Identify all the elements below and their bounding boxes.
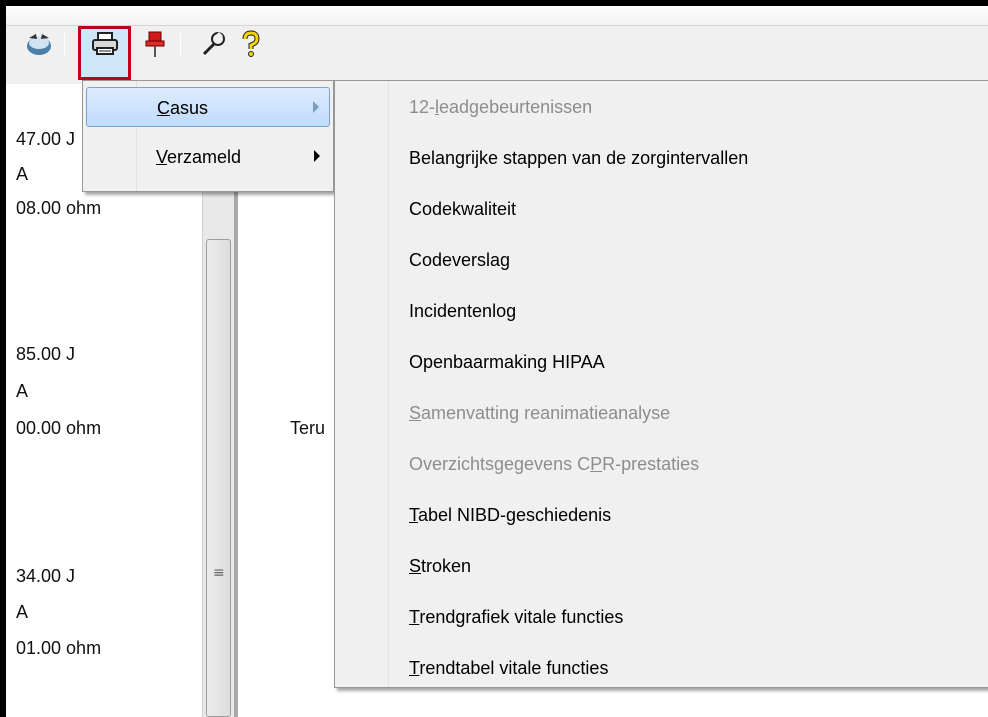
scrollbar-thumb[interactable]: ≡ [206, 239, 231, 717]
menu-item-label: Belangrijke stappen van de zorgintervall… [409, 148, 749, 168]
cloud-transfer-icon[interactable] [24, 30, 54, 58]
printer-icon[interactable] [90, 30, 120, 58]
pushpin-icon[interactable] [140, 30, 170, 58]
wrench-icon[interactable] [198, 30, 228, 58]
menu-item-12-lead-events[interactable]: 12-leadgebeurtenissen [339, 83, 984, 133]
menu-item-code-quality[interactable]: Codekwaliteit [339, 185, 984, 235]
menu-item-label: Codeverslag [409, 250, 511, 270]
menu-item-label: Openbaarmaking HIPAA [409, 352, 605, 372]
energy-reading: 34.00 J [16, 566, 76, 586]
impedance-reading: 00.00 ohm [16, 418, 102, 438]
impedance-reading: 01.00 ohm [16, 638, 102, 658]
menu-item-label: 12-leadgebeurtenissen [409, 97, 593, 117]
print-menu: Casus Verzameld [82, 80, 334, 192]
current-reading: A [16, 381, 29, 401]
menu-item-verzameld[interactable]: Verzameld [86, 137, 330, 177]
menu-item-label: Casus [157, 98, 209, 118]
menu-item-label: Stroken [409, 556, 472, 576]
menu-item-incident-log[interactable]: Incidentenlog [339, 287, 984, 337]
menu-item-cpr-performance[interactable]: Overzichtsgegevens CPR-prestaties [339, 440, 984, 490]
menu-item-vitals-trend-table[interactable]: Trendtabel vitale functies [339, 644, 984, 694]
menu-item-label: Incidentenlog [409, 301, 517, 321]
menu-item-resuscitation-summary[interactable]: Samenvatting reanimatieanalyse [339, 389, 984, 439]
menu-item-strips[interactable]: Stroken [339, 542, 984, 592]
toolbar-band [6, 6, 988, 26]
casus-submenu: 12-leadgebeurtenissen Belangrijke stappe… [334, 80, 988, 688]
grip-icon: ≡ [213, 565, 225, 581]
submenu-arrow-icon [314, 150, 320, 162]
menu-item-label: Trendgrafiek vitale functies [409, 607, 624, 627]
menu-item-label: Trendtabel vitale functies [409, 658, 609, 678]
current-reading: A [16, 602, 29, 622]
menu-item-care-interval-steps[interactable]: Belangrijke stappen van de zorgintervall… [339, 134, 984, 184]
menu-item-label: Samenvatting reanimatieanalyse [409, 403, 671, 423]
menu-item-label: Tabel NIBD-geschiedenis [409, 505, 612, 525]
menu-item-nibd-history-table[interactable]: Tabel NIBD-geschiedenis [339, 491, 984, 541]
menu-item-casus[interactable]: Casus [86, 87, 330, 127]
current-reading: A [16, 164, 29, 184]
energy-reading: 47.00 J [16, 129, 76, 149]
help-icon[interactable] [236, 30, 266, 58]
toolbar-separator [180, 33, 181, 57]
menu-item-label: Codekwaliteit [409, 199, 517, 219]
impedance-reading: 08.00 ohm [16, 198, 102, 218]
menu-item-label: Overzichtsgegevens CPR-prestaties [409, 454, 700, 474]
energy-reading: 85.00 J [16, 344, 76, 364]
menu-item-hipaa-disclosure[interactable]: Openbaarmaking HIPAA [339, 338, 984, 388]
menu-item-label: Verzameld [156, 147, 242, 167]
menu-item-vitals-trend-graph[interactable]: Trendgrafiek vitale functies [339, 593, 984, 643]
menu-item-code-report[interactable]: Codeverslag [339, 236, 984, 286]
toolbar-separator [64, 33, 65, 57]
partial-label: Teru [290, 418, 326, 438]
submenu-arrow-icon [313, 101, 319, 113]
